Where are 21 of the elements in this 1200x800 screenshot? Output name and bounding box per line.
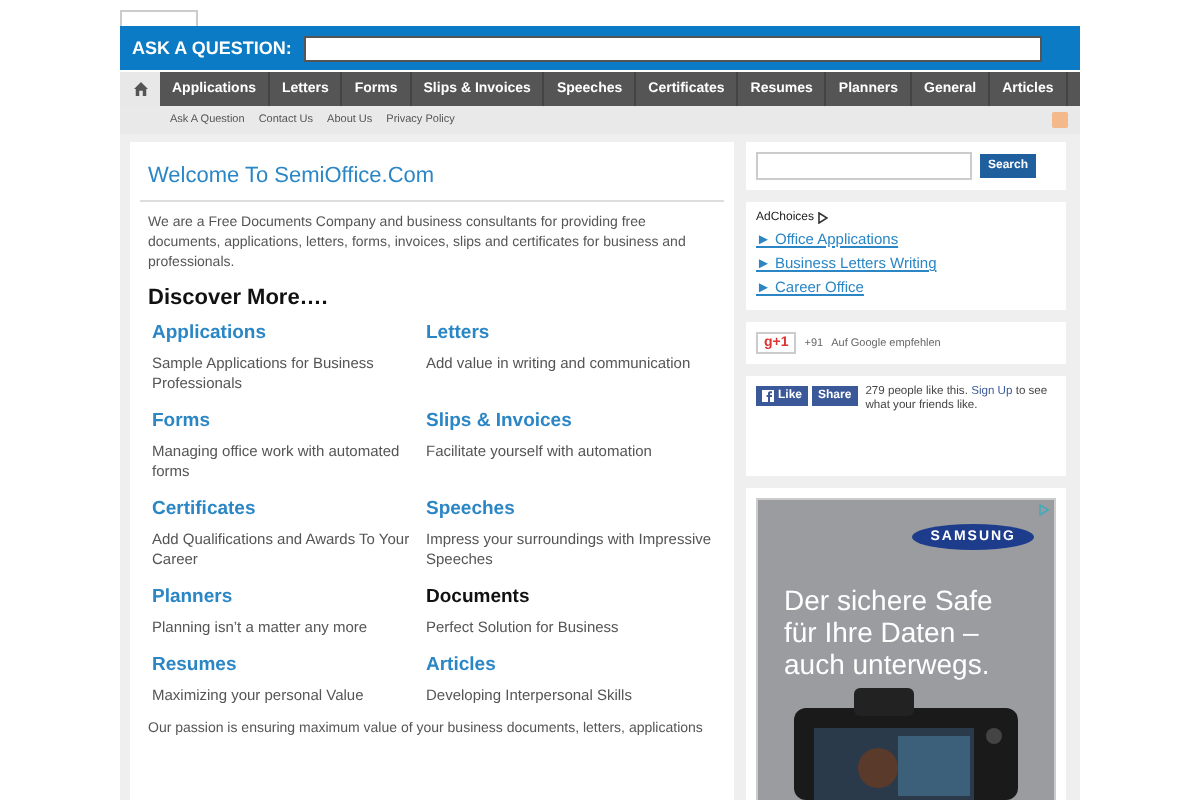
category-link[interactable]: Resumes bbox=[152, 654, 426, 676]
facebook-icon bbox=[762, 390, 774, 402]
home-icon[interactable] bbox=[120, 72, 160, 106]
category-link[interactable]: Speeches bbox=[426, 498, 726, 520]
page-title: Welcome To SemiOffice.Com bbox=[140, 152, 724, 202]
section-heading: Discover More…. bbox=[148, 286, 330, 310]
category-title: Documents bbox=[426, 586, 532, 608]
category-link[interactable]: Forms bbox=[152, 410, 426, 432]
category-link[interactable]: Articles bbox=[426, 654, 726, 676]
adchoices-icon[interactable] bbox=[818, 212, 829, 224]
category-link[interactable]: Letters bbox=[426, 322, 726, 344]
category-link[interactable]: Applications bbox=[152, 322, 426, 344]
ad-headline: Der sichere Safe für Ihre Daten – auch unterwegs. bbox=[784, 584, 995, 680]
search-field[interactable] bbox=[756, 152, 972, 180]
top-tab[interactable] bbox=[120, 10, 198, 26]
rss-icon[interactable] bbox=[1052, 112, 1068, 128]
category-link[interactable]: Planners bbox=[152, 586, 426, 608]
question-field[interactable] bbox=[303, 35, 1042, 61]
category-link[interactable]: Slips & Invoices bbox=[426, 410, 726, 432]
ask-label: ASK A QUESTION: bbox=[132, 38, 292, 58]
category-link[interactable]: Certificates bbox=[152, 498, 426, 520]
